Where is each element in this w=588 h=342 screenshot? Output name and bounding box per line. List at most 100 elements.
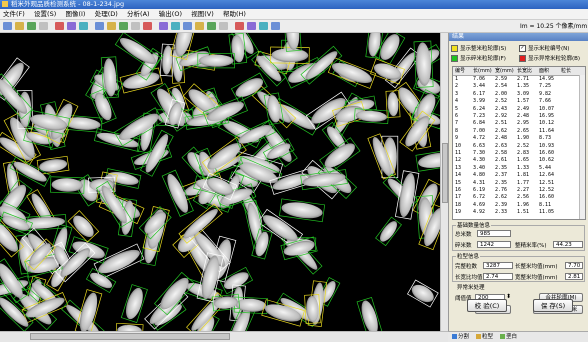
menu-view[interactable]: 视图(V) <box>191 10 214 18</box>
zoom-out-icon[interactable] <box>107 22 116 30</box>
table-cell: 2.58 <box>495 150 508 156</box>
rice-grain <box>407 279 439 308</box>
table-cell: 1.96 <box>517 201 530 208</box>
menu-help[interactable]: 帮助(H) <box>223 10 246 18</box>
legend-abnormal[interactable]: 显示异常米粒轮廓(B) <box>519 54 580 62</box>
table-cell: 9 <box>455 135 459 142</box>
rate-label: 整精米率(%) <box>515 243 547 249</box>
col-header[interactable]: 粒长 <box>561 67 571 75</box>
table-row[interactable]: 12 4.30 2.61 1.65 10.62 <box>453 157 579 163</box>
panel-tabs: 分割 粒型 垩白 <box>448 331 588 342</box>
col-header[interactable]: 长(mm) <box>473 67 492 75</box>
pointer-icon[interactable] <box>219 22 228 30</box>
table-cell: 6 <box>455 113 459 119</box>
horizontal-scrollbar[interactable] <box>0 331 448 342</box>
table-cell: 8.11 <box>539 201 552 208</box>
col-header[interactable]: 长宽比 <box>517 67 532 75</box>
rate-field[interactable]: 44.23 <box>553 241 583 248</box>
delete-icon[interactable] <box>171 22 180 30</box>
table-cell: 7.66 <box>539 98 552 105</box>
table-cell: 10.07 <box>539 105 555 112</box>
cut-icon[interactable] <box>55 22 64 30</box>
table-row[interactable]: 2 3.44 2.54 1.35 7.25 <box>453 83 579 89</box>
table-row[interactable]: 17 6.72 2.62 2.56 16.60 <box>453 194 579 200</box>
table-row[interactable]: 8 7.00 2.62 2.65 11.64 <box>453 128 579 134</box>
grid-icon[interactable] <box>131 22 140 30</box>
checkbox-icon[interactable]: ✓ <box>519 45 526 52</box>
table-scrollbar[interactable] <box>579 75 585 219</box>
legend-broken[interactable]: 显示碎米粒轮廓(F) <box>451 54 506 62</box>
legend-number[interactable]: ✓ 显示米粒编号(N) <box>519 44 569 52</box>
table-row[interactable]: 6 7.23 2.92 2.48 16.95 <box>453 113 579 119</box>
table-cell: 4.69 <box>473 201 486 208</box>
table-row[interactable]: 4 3.99 2.52 1.57 7.66 <box>453 98 579 104</box>
ratio-label: 长宽比均值 <box>455 275 483 281</box>
redo-icon[interactable] <box>247 22 256 30</box>
copy-icon[interactable] <box>67 22 76 30</box>
ratio-field[interactable]: 2.74 <box>483 273 513 280</box>
table-cell: 10 <box>455 142 462 149</box>
star-icon[interactable] <box>207 22 216 30</box>
menu-file[interactable]: 文件(F) <box>3 10 25 18</box>
menu-analysis[interactable]: 分析(A) <box>127 10 150 18</box>
results-table[interactable]: 编号 长(mm) 宽(mm) 长宽比 面积 粒长 1 7.06 2.59 2.71 14… <box>452 66 586 220</box>
undo-icon[interactable] <box>235 22 244 30</box>
col-header[interactable]: 编号 <box>455 67 465 75</box>
print-icon[interactable] <box>39 22 48 30</box>
flag-icon[interactable] <box>183 22 192 30</box>
tab-chalkiness[interactable]: 垩白 <box>500 333 517 341</box>
table-cell: 1.77 <box>517 179 530 186</box>
spinner-arrows-icon[interactable]: ⬍ <box>506 293 511 300</box>
table-row[interactable]: 11 7.30 2.58 2.83 16.60 <box>453 150 579 156</box>
paste-icon[interactable] <box>79 22 88 30</box>
table-row[interactable]: 19 4.92 2.33 1.51 11.05 <box>453 209 579 215</box>
col-header[interactable]: 面积 <box>539 67 549 75</box>
table-cell: 12 <box>455 157 462 164</box>
help-icon[interactable] <box>259 22 268 30</box>
save-icon[interactable] <box>27 22 36 30</box>
col-header[interactable]: 宽(mm) <box>495 67 514 75</box>
table-row[interactable]: 1 7.06 2.59 2.71 14.95 <box>453 76 579 82</box>
fit-icon[interactable] <box>119 22 128 30</box>
table-row[interactable]: 7 6.84 2.51 2.95 10.12 <box>453 120 579 126</box>
star-icon[interactable] <box>195 22 204 30</box>
rice-image-canvas[interactable] <box>0 33 440 331</box>
color-icon[interactable] <box>143 22 152 30</box>
avg-width-field[interactable]: 2.81 <box>565 273 583 280</box>
count-field[interactable]: 3287 <box>483 262 513 269</box>
table-cell: 2 <box>455 83 459 90</box>
legend-whole[interactable]: 显示整米粒轮廓(S) <box>451 44 506 52</box>
broken-label: 碎米数 <box>455 243 472 249</box>
verify-button[interactable]: 校 验(C) <box>467 299 507 312</box>
table-row[interactable]: 13 3.40 2.35 1.33 5.44 <box>453 165 579 171</box>
table-row[interactable]: 3 6.17 2.00 3.09 9.82 <box>453 91 579 97</box>
zoom-in-icon[interactable] <box>95 22 104 30</box>
table-row[interactable]: 16 6.19 2.76 2.27 12.52 <box>453 187 579 193</box>
table-row[interactable]: 5 6.24 2.43 2.49 10.07 <box>453 106 579 112</box>
menu-image[interactable]: 图像(I) <box>65 10 85 18</box>
table-row[interactable]: 9 4.72 2.48 1.90 8.73 <box>453 135 579 141</box>
open-icon[interactable] <box>15 22 24 30</box>
abnormal-color-swatch <box>519 55 526 62</box>
tab-segment[interactable]: 分割 <box>452 333 469 341</box>
table-cell: 2.48 <box>517 113 530 119</box>
avg-length-field[interactable]: 7.70 <box>565 262 583 269</box>
scroll-thumb[interactable] <box>30 333 230 340</box>
broken-field[interactable]: 1242 <box>477 241 511 248</box>
settings-icon[interactable] <box>159 22 168 30</box>
table-row[interactable]: 14 4.80 2.37 1.81 12.64 <box>453 172 579 178</box>
table-cell: 5.44 <box>539 164 552 171</box>
save-button[interactable]: 保 存(S) <box>533 299 573 312</box>
menu-process[interactable]: 处理(D) <box>95 10 118 18</box>
table-row[interactable]: 18 4.69 2.39 1.96 8.11 <box>453 202 579 208</box>
menu-settings[interactable]: 设置(S) <box>34 10 56 18</box>
table-cell: 9.82 <box>539 90 552 97</box>
new-icon[interactable] <box>3 22 12 30</box>
table-row[interactable]: 15 4.31 2.35 1.77 12.51 <box>453 180 579 186</box>
total-field[interactable]: 985 <box>477 230 511 237</box>
table-row[interactable]: 10 6.63 2.63 2.52 10.93 <box>453 143 579 149</box>
avg-width-label: 宽整米均值(mm) <box>515 275 558 281</box>
info-icon[interactable] <box>271 22 280 30</box>
menu-output[interactable]: 输出(O) <box>159 10 182 18</box>
tab-shape[interactable]: 粒型 <box>476 333 493 341</box>
